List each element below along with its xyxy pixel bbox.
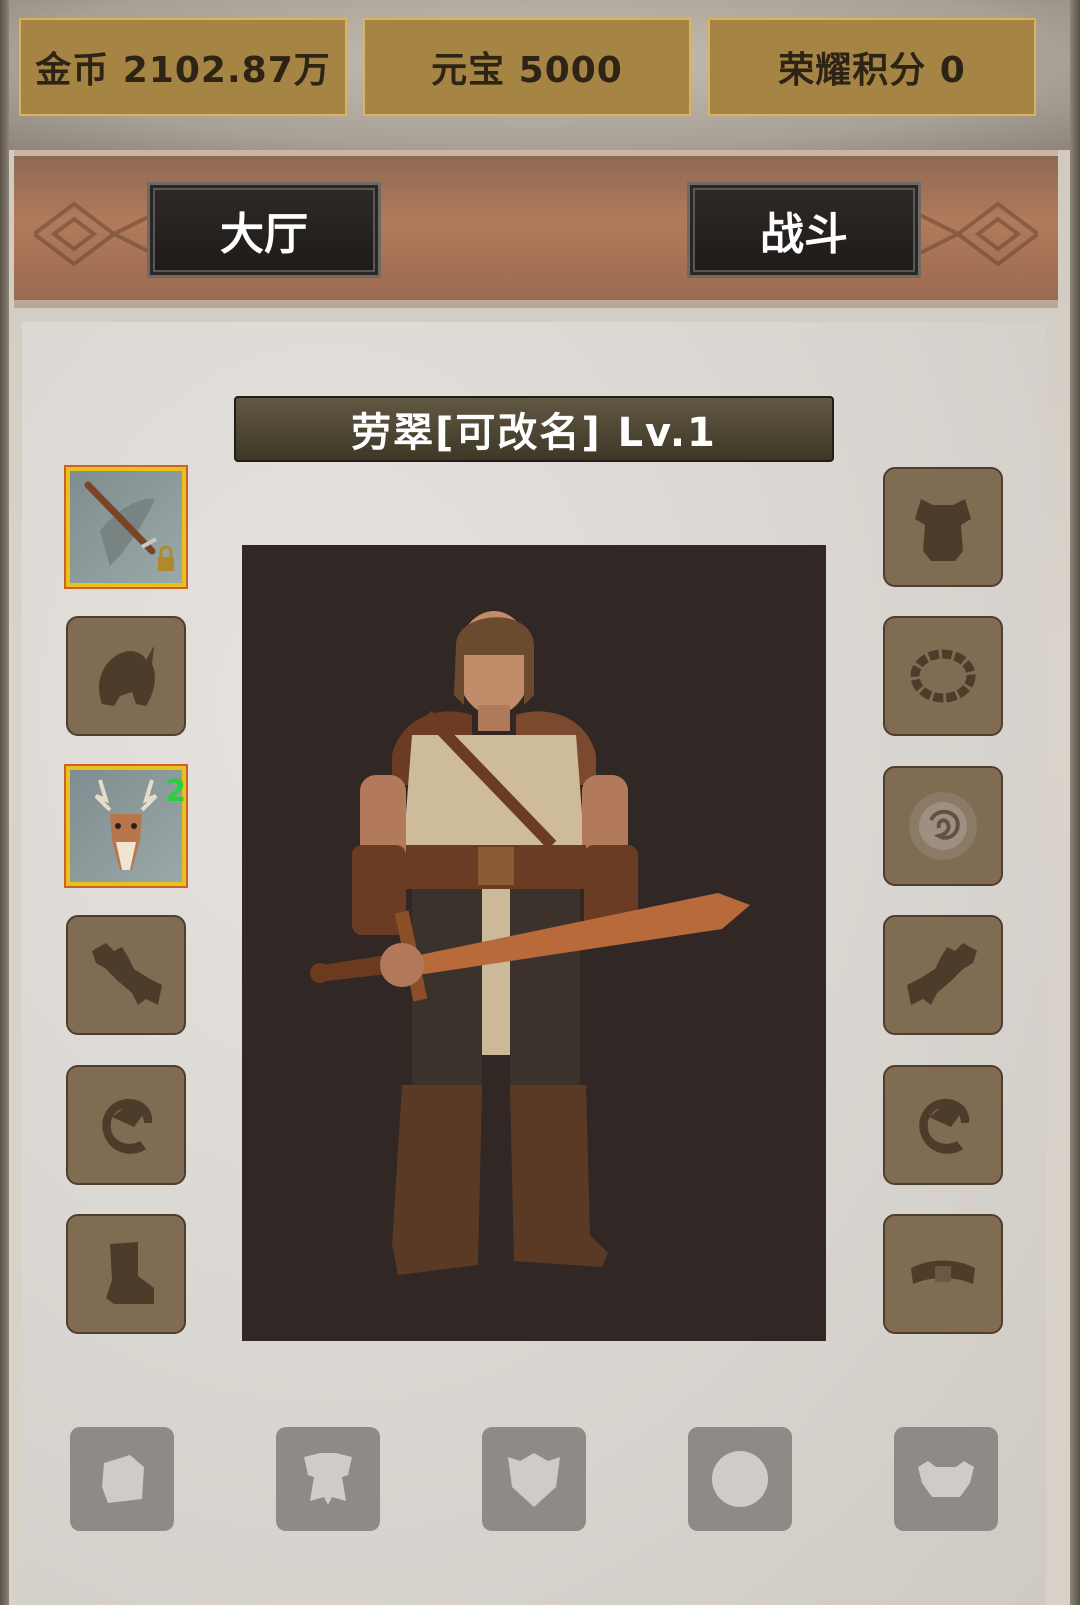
bottom-slot-fist[interactable]	[70, 1427, 174, 1531]
gauntlet-silhouette-icon	[907, 943, 977, 1005]
mount-slot[interactable]: 2	[64, 764, 188, 888]
bottom-slot-pet[interactable]	[894, 1427, 998, 1531]
beast-pet-silhouette-icon	[918, 1461, 974, 1497]
bottom-slot-shield[interactable]	[482, 1427, 586, 1531]
wooden-sword-icon	[84, 481, 174, 571]
ring-slot-left[interactable]	[66, 1065, 186, 1185]
helmet-silhouette-icon	[98, 646, 155, 706]
warrior-figure	[310, 611, 750, 1275]
orb-silhouette-icon	[712, 1451, 768, 1507]
yuanbao-currency: 元宝 5000	[363, 18, 691, 116]
battle-button[interactable]: 战斗	[687, 182, 921, 278]
gauntlet-slot-left[interactable]	[66, 915, 186, 1035]
medallion-slot[interactable]	[883, 766, 1003, 886]
character-portrait	[242, 545, 826, 1341]
belt-slot[interactable]	[883, 1214, 1003, 1334]
helmet-slot[interactable]	[66, 616, 186, 736]
mount-count-badge: 2	[165, 774, 186, 809]
frame-right	[1070, 0, 1080, 1605]
honor-points: 荣耀积分 0	[708, 18, 1036, 116]
lobby-button[interactable]: 大厅	[147, 182, 381, 278]
bottom-slot-orb[interactable]	[688, 1427, 792, 1531]
weapon-slot[interactable]	[64, 465, 188, 589]
belt-silhouette-icon	[911, 1260, 975, 1284]
shield-silhouette-icon	[508, 1453, 560, 1507]
gauntlet-silhouette-icon	[92, 943, 162, 1005]
character-name-level[interactable]: 劳翠[可改名] Lv.1	[234, 396, 834, 462]
bottom-slot-cape[interactable]	[276, 1427, 380, 1531]
ring-silhouette-icon	[102, 1098, 153, 1154]
armor-slot[interactable]	[883, 467, 1003, 587]
necklace-slot[interactable]	[883, 616, 1003, 736]
boot-slot[interactable]	[66, 1214, 186, 1334]
gold-currency: 金币 2102.87万	[19, 18, 347, 116]
cape-silhouette-icon	[304, 1453, 352, 1505]
necklace-silhouette-icon	[910, 649, 976, 703]
fist-silhouette-icon	[102, 1455, 144, 1503]
boot-silhouette-icon	[106, 1242, 154, 1304]
banner-ornament-right-icon	[918, 201, 1038, 267]
dragon-medallion-icon	[909, 792, 977, 860]
gauntlet-slot-right[interactable]	[883, 915, 1003, 1035]
ring-slot-right[interactable]	[883, 1065, 1003, 1185]
frame-left	[0, 0, 9, 1605]
ring-silhouette-icon	[919, 1098, 970, 1154]
banner-ornament-left-icon	[34, 201, 154, 267]
armor-silhouette-icon	[915, 499, 971, 561]
